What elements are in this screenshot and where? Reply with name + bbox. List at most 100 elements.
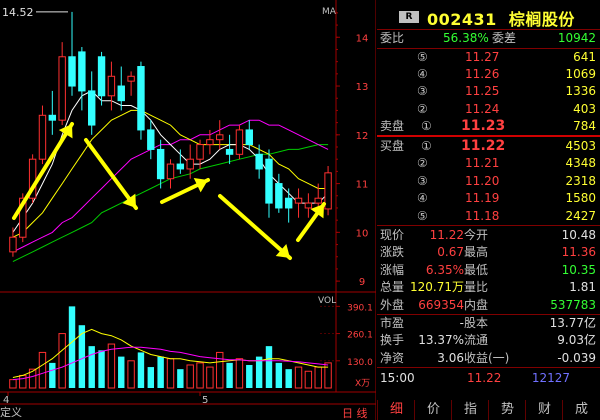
volume-bar-down [118,356,125,388]
date-label: 4 [3,395,9,406]
candle-body-up[interactable] [9,236,17,253]
candle-body-down[interactable] [265,158,273,204]
stat-row: 涨跌 0.67 最高 11.36 [377,244,600,261]
candle-body-up[interactable] [127,75,135,82]
sell-level-volume: 1069 [565,67,596,82]
stock-title[interactable]: 002431 棕榈股份 [427,6,575,30]
sell-level-price: 11.23 [461,117,506,134]
stat-label: 涨跌 [380,245,405,260]
tab-4[interactable]: 财 [525,400,563,420]
candle-body-up[interactable] [166,163,175,180]
buy-level-price: 11.21 [465,156,500,171]
period-tab: 日 线 [342,406,368,420]
candle-body-down[interactable] [117,85,125,102]
weicha-value: 10942 [557,31,596,45]
buy-level-row[interactable]: ③ 11.20 2318 [377,173,600,190]
stat-label: 总量 [380,280,405,295]
stat-label: 今开 [464,228,489,242]
buy-level-index: ① [421,139,432,153]
tab-0[interactable]: 细 [377,400,415,420]
candle-body-up[interactable] [216,134,224,141]
stat-value: 669354 [418,297,464,312]
volume-axis-label: 130.0 [347,358,373,368]
candle-body-down[interactable] [68,56,76,87]
sell-level-row[interactable]: ④ 11.26 1069 [377,66,600,83]
volume-bar-down [147,367,155,388]
stat-label: 涨幅 [380,262,405,277]
fundamental-row: 市盈 - 股本 13.77亿 [377,315,600,332]
stock-name: 棕榈股份 [508,10,575,29]
candle-body-down[interactable] [225,148,234,155]
candle-body-down[interactable] [78,51,86,92]
candle-body-up[interactable] [38,114,47,160]
weibi-value: 56.38% [443,31,489,45]
stat-label: 内盘 [464,297,489,312]
sell-level-row[interactable]: 卖盘 ① 11.23 784 [377,118,600,135]
candle-body-down[interactable] [97,56,106,97]
stat-value: 0.67 [437,245,464,260]
candle-body-down[interactable] [88,90,96,126]
volume-bar-down [157,356,164,388]
sell-level-row[interactable]: ⑤ 11.27 641 [377,49,600,66]
candle-body-down[interactable] [245,129,253,146]
price-axis-label: 11 [356,180,369,191]
high-price-marker: 14.52 [2,6,34,19]
sell-level-row[interactable]: ② 11.24 403 [377,101,600,118]
candle-body-down[interactable] [284,197,293,209]
sell-level-price: 11.24 [465,101,500,116]
buy-level-price: 11.18 [465,208,500,223]
fundamental-row: 净资 3.06 收益(一) -0.039 [377,350,600,367]
candle-body-down[interactable] [137,66,145,131]
sell-level-price: 11.27 [465,50,500,64]
buy-level-row[interactable]: ② 11.21 4348 [377,155,600,172]
candle-body-down[interactable] [156,148,165,180]
stat-row: 涨幅 6.35% 最低 10.35 [377,262,600,279]
candle-body-down[interactable] [48,114,57,121]
candle-body-up[interactable] [314,197,322,204]
buy-level-row[interactable]: ⑤ 11.18 2427 [377,208,600,225]
tab-1[interactable]: 价 [414,400,452,420]
tick-time: 15:00 [380,371,415,385]
buy-level-row[interactable]: ④ 11.19 1580 [377,190,600,207]
buy-level-price: 11.19 [465,191,500,206]
buy-level-index: ⑤ [417,208,428,223]
candle-body-down[interactable] [176,163,185,170]
kline-chart-area[interactable]: 14 13 12 11 10 9 390.1 260.1 130.0 X万 VOL MA 14.52 4 5… [0,0,376,420]
fundamental-value: 3.06 [437,350,464,365]
volume-bar-up [166,358,175,389]
sell-level-price: 11.26 [465,67,500,82]
divider [377,367,600,368]
candle-body-up[interactable] [206,139,214,146]
bottom-tabs: 细价指势财成 [377,400,600,420]
tab-2[interactable]: 指 [451,400,489,420]
fundamental-label: 市盈 [380,316,405,330]
volume-bar-up [294,366,303,389]
buy-level-row[interactable]: 买盘 ① 11.22 4503 [377,138,600,155]
sell-level-index: ④ [417,67,428,82]
weibi-label: 委比 [380,31,405,45]
candle-body-up[interactable] [235,129,244,155]
candle-body-up[interactable] [196,144,204,160]
buy-level-volume: 1580 [565,191,596,206]
volume-bar-down [275,362,283,388]
volume-bar-up [304,370,313,389]
tab-3[interactable]: 势 [488,400,526,420]
tab-5[interactable]: 成 [562,400,600,420]
sell-level-row[interactable]: ③ 11.25 1336 [377,83,600,100]
candle-body-up[interactable] [304,202,313,209]
stat-value: 537783 [550,297,596,312]
stat-label: 最低 [464,262,489,277]
candle-body-up[interactable] [58,56,66,121]
candle-body-up[interactable] [107,75,116,97]
candle-body-up[interactable] [294,197,303,204]
candle-body-up[interactable] [186,158,194,170]
fundamental-label: 股本 [464,316,489,330]
quote-panel: R 002431 棕榈股份 委比 56.38% 委差 10942 ⑤ 11.27 6… [377,0,600,420]
candle-body-down[interactable] [275,183,283,209]
candle-body-down[interactable] [255,153,263,170]
weicha-label: 委差 [492,31,517,45]
kline-chart[interactable]: 14 13 12 11 10 9 390.1 260.1 130.0 X万 VOL MA 14.52 4 5… [0,0,376,420]
stat-value: 1.81 [569,280,596,295]
candle-body-down[interactable] [147,129,155,150]
sell-level-volume: 641 [573,50,596,64]
